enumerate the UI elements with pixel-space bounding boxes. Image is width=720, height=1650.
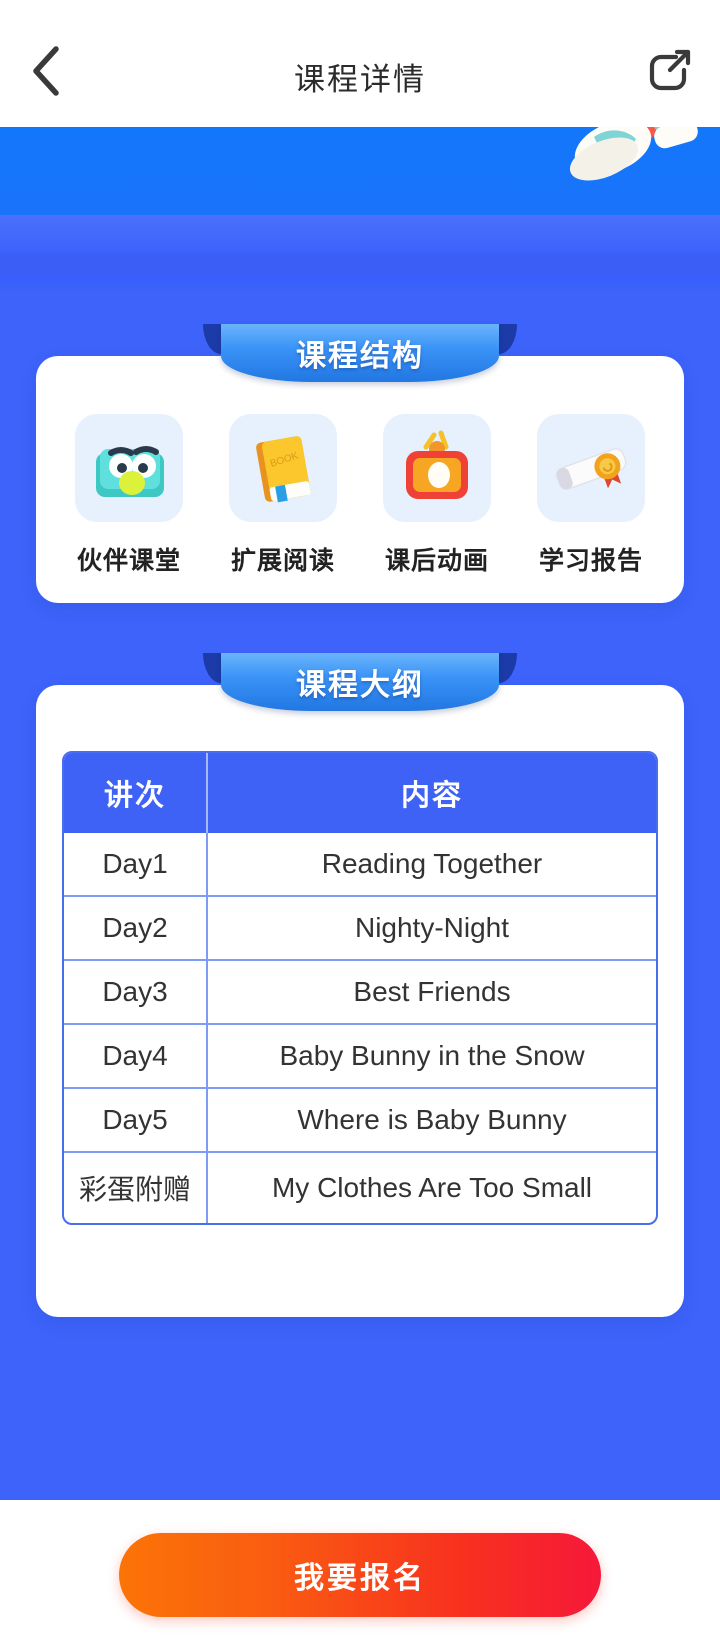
enroll-button[interactable]: 我要报名	[119, 1533, 601, 1617]
course-outline-section: 课程大纲 讲次 内容 Day1 Reading Together Day2 Ni…	[36, 653, 684, 1317]
share-button[interactable]	[642, 44, 700, 102]
course-structure-section: 课程结构 伙伴课堂 BOOK 扩展阅读 课后动画 学习报告	[36, 324, 684, 603]
table-row[interactable]: 彩蛋附赠 My Clothes Are Too Small	[64, 1153, 656, 1223]
certificate-icon	[537, 414, 645, 522]
ribbon-fold-left	[203, 653, 225, 683]
table-row[interactable]: Day2 Nighty-Night	[64, 897, 656, 961]
main-content: 课程结构 伙伴课堂 BOOK 扩展阅读 课后动画 学习报告 课程大纲 讲次 内容…	[0, 127, 720, 1500]
column-header-session: 讲次	[103, 780, 166, 812]
cell-content: Baby Bunny in the Snow	[206, 1025, 656, 1087]
cell-content: Best Friends	[206, 961, 656, 1023]
outline-card: 讲次 内容 Day1 Reading Together Day2 Nighty-…	[36, 685, 684, 1317]
structure-ribbon: 课程结构	[36, 324, 684, 382]
cell-session: Day1	[102, 848, 168, 879]
cell-session: Day2	[102, 912, 168, 943]
cell-content: Nighty-Night	[206, 897, 656, 959]
structure-item-label: 伙伴课堂	[76, 547, 181, 575]
syllabus-table: 讲次 内容 Day1 Reading Together Day2 Nighty-…	[62, 751, 658, 1225]
structure-item-partner-class[interactable]: 伙伴课堂	[66, 414, 192, 577]
table-row[interactable]: Day3 Best Friends	[64, 961, 656, 1025]
cell-content: Where is Baby Bunny	[206, 1089, 656, 1151]
cell-content: Reading Together	[206, 833, 656, 895]
structure-item-label: 扩展阅读	[230, 547, 335, 575]
ribbon-fold-right	[495, 324, 517, 354]
structure-ribbon-title: 课程结构	[296, 340, 424, 373]
table-row[interactable]: Day1 Reading Together	[64, 833, 656, 897]
table-header-row: 讲次 内容	[64, 753, 656, 833]
structure-grid: 伙伴课堂 BOOK 扩展阅读 课后动画 学习报告	[36, 414, 684, 577]
table-row[interactable]: Day5 Where is Baby Bunny	[64, 1089, 656, 1153]
book-icon: BOOK	[229, 414, 337, 522]
cell-session: 彩蛋附赠	[78, 1174, 191, 1205]
structure-item-label: 学习报告	[538, 547, 643, 575]
outline-ribbon: 课程大纲	[36, 653, 684, 711]
banner-stripe-lower	[0, 253, 720, 275]
structure-item-extended-reading[interactable]: BOOK 扩展阅读	[220, 414, 346, 577]
structure-item-label: 课后动画	[384, 547, 489, 575]
ribbon-fold-left	[203, 324, 225, 354]
navigation-bar: 课程详情	[0, 0, 720, 127]
structure-item-study-report[interactable]: 学习报告	[528, 414, 654, 577]
bird-tablet-icon	[75, 414, 183, 522]
cell-session: Day5	[102, 1104, 168, 1135]
back-button[interactable]	[18, 44, 74, 102]
structure-card: 伙伴课堂 BOOK 扩展阅读 课后动画 学习报告	[36, 356, 684, 603]
column-header-content: 内容	[206, 753, 656, 833]
hero-banner	[0, 127, 720, 292]
chevron-left-icon	[29, 45, 63, 102]
cell-session: Day3	[102, 976, 168, 1007]
share-arrow-icon	[649, 48, 693, 99]
page-title: 课程详情	[294, 62, 426, 97]
cell-session: Day4	[102, 1040, 168, 1071]
structure-item-after-class-animation[interactable]: 课后动画	[374, 414, 500, 577]
outline-ribbon-title: 课程大纲	[296, 669, 424, 702]
course-detail-screen: 课程详情 课程结构 伙伴课堂 BOOK 扩展阅读 课后动画 学习报告 课程大纲 …	[0, 0, 720, 1650]
ribbon-fold-right	[495, 653, 517, 683]
bottom-spacer	[0, 1317, 720, 1355]
cell-content: My Clothes Are Too Small	[206, 1153, 656, 1223]
tv-icon	[383, 414, 491, 522]
table-row[interactable]: Day4 Baby Bunny in the Snow	[64, 1025, 656, 1089]
cta-bar: 我要报名	[0, 1500, 720, 1650]
character-legs-illustration	[569, 127, 698, 181]
